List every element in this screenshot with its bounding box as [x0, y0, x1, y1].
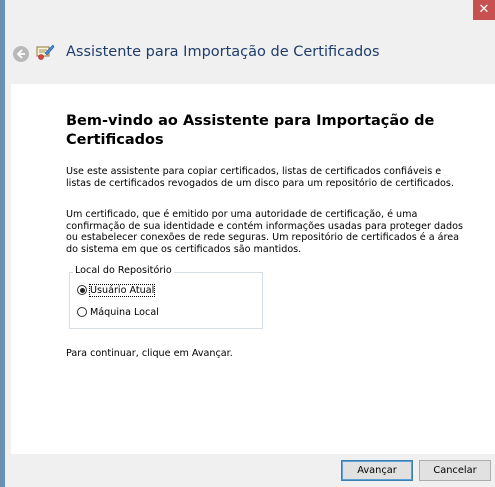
- wizard-window: ✕ Assistente para Importação de Certific…: [5, 0, 495, 487]
- intro-text: Use este assistente para copiar certific…: [66, 166, 454, 189]
- description-text: Um certificado, que é emitido por uma au…: [66, 209, 463, 255]
- cancel-button[interactable]: Cancelar: [419, 460, 491, 481]
- radio-local-machine[interactable]: Máquina Local: [77, 305, 159, 319]
- radio-button-current-user[interactable]: [77, 285, 87, 295]
- store-location-legend: Local do Repositório: [73, 265, 174, 276]
- close-button[interactable]: ✕: [473, 0, 495, 20]
- back-arrow-icon: [16, 49, 25, 59]
- radio-button-local-machine[interactable]: [77, 307, 87, 317]
- window-title: Assistente para Importação de Certificad…: [66, 44, 380, 60]
- wizard-header: Assistente para Importação de Certificad…: [5, 26, 495, 84]
- next-button[interactable]: Avançar: [341, 460, 413, 481]
- store-location-group: [69, 272, 263, 329]
- back-button[interactable]: [13, 46, 29, 62]
- continue-text: Para continuar, clique em Avançar.: [66, 348, 233, 359]
- radio-label-current-user: Usuário Atual: [88, 283, 156, 297]
- title-bar: ✕: [5, 0, 495, 26]
- radio-label-local-machine: Máquina Local: [90, 306, 159, 318]
- close-icon: ✕: [478, 2, 490, 17]
- certificate-icon: [36, 44, 55, 60]
- radio-current-user[interactable]: Usuário Atual: [77, 283, 156, 297]
- welcome-heading: Bem-vindo ao Assistente para Importação …: [66, 113, 435, 148]
